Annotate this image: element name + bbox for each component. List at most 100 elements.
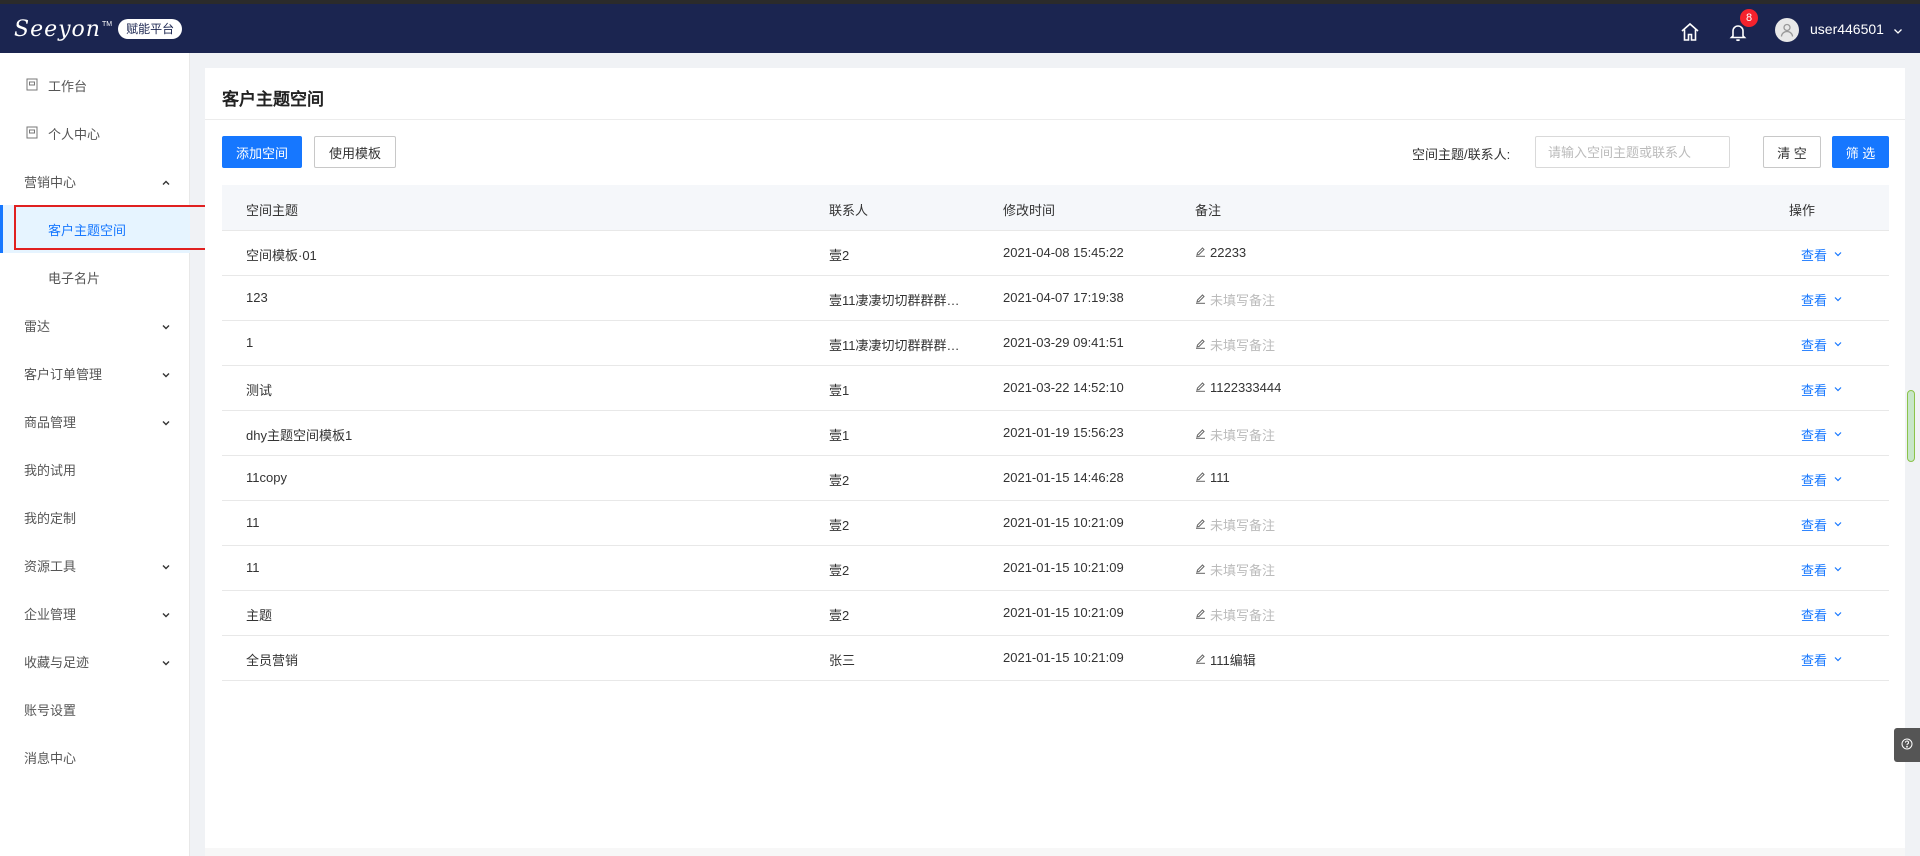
view-link[interactable]: 查看 xyxy=(1801,425,1827,444)
sidebar-item-workbench[interactable]: 工作台 xyxy=(0,61,190,109)
data-table: 空间主题 联系人 修改时间 备注 操作 空间模板·01 壹2 2021-04-08 … xyxy=(222,185,1889,681)
scrollbar-thumb[interactable] xyxy=(1907,390,1915,462)
sidebar-item-account-settings[interactable]: 账号设置 xyxy=(0,685,190,733)
cell-contact: 壹2 xyxy=(829,563,850,578)
cell-note: 未填写备注 xyxy=(1195,605,1595,624)
sidebar-item-enterprise-management[interactable]: 企业管理 xyxy=(0,589,190,637)
edit-pencil-icon[interactable] xyxy=(1195,562,1206,577)
sidebar-item-label: 商品管理 xyxy=(24,414,77,430)
sidebar-item-product-management[interactable]: 商品管理 xyxy=(0,397,190,445)
sidebar-item-my-customization[interactable]: 我的定制 xyxy=(0,493,190,541)
sidebar-item-label: 我的试用 xyxy=(24,462,77,478)
view-action[interactable]: 查看 xyxy=(1801,335,1843,354)
page-title: 客户主题空间 xyxy=(222,90,324,109)
cell-note: 1122333444 xyxy=(1195,380,1595,395)
edit-pencil-icon[interactable] xyxy=(1195,517,1206,532)
chevron-down-icon[interactable] xyxy=(1833,382,1843,397)
edit-pencil-icon[interactable] xyxy=(1195,470,1206,485)
cell-modified-time: 2021-01-15 14:46:28 xyxy=(1003,470,1124,485)
view-link[interactable]: 查看 xyxy=(1801,650,1827,669)
edit-pencil-icon[interactable] xyxy=(1195,607,1206,622)
add-space-button[interactable]: 添加空间 xyxy=(222,136,302,168)
view-link[interactable]: 查看 xyxy=(1801,380,1827,399)
view-action[interactable]: 查看 xyxy=(1801,560,1843,579)
note-text: 未填写备注 xyxy=(1210,428,1276,443)
clear-button[interactable]: 清 空 xyxy=(1763,136,1821,168)
divider xyxy=(205,119,1905,120)
chevron-down-icon[interactable] xyxy=(1833,652,1843,667)
view-link[interactable]: 查看 xyxy=(1801,605,1827,624)
edit-pencil-icon[interactable] xyxy=(1195,337,1206,352)
edit-pencil-icon[interactable] xyxy=(1195,652,1206,667)
cell-note: 22233 xyxy=(1195,245,1595,260)
cell-note: 111 xyxy=(1195,470,1595,485)
cell-modified-time: 2021-01-15 10:21:09 xyxy=(1003,650,1124,665)
help-button[interactable] xyxy=(1894,728,1920,762)
avatar[interactable] xyxy=(1775,18,1799,42)
chevron-down-icon[interactable] xyxy=(1833,247,1843,262)
cell-modified-time: 2021-01-15 10:21:09 xyxy=(1003,560,1124,575)
sidebar-item-label: 电子名片 xyxy=(48,270,101,286)
footer-strip xyxy=(205,848,1905,856)
sidebar-item-message-center[interactable]: 消息中心 xyxy=(0,733,190,781)
filter-button[interactable]: 筛 选 xyxy=(1832,136,1889,168)
chevron-down-icon[interactable] xyxy=(1893,23,1903,39)
note-text: 111编辑 xyxy=(1210,653,1256,668)
chevron-down-icon[interactable] xyxy=(1833,337,1843,352)
filter-label: 空间主题/联系人: xyxy=(1412,147,1511,162)
chevron-down-icon xyxy=(161,368,171,383)
chevron-down-icon[interactable] xyxy=(1833,292,1843,307)
view-action[interactable]: 查看 xyxy=(1801,605,1843,624)
table-row: 11 壹2 2021-01-15 10:21:09 未填写备注 查看 xyxy=(222,501,1889,546)
view-link[interactable]: 查看 xyxy=(1801,335,1827,354)
note-text: 未填写备注 xyxy=(1210,293,1276,308)
view-action[interactable]: 查看 xyxy=(1801,515,1843,534)
sidebar-item-marketing-center[interactable]: 营销中心 xyxy=(0,157,190,205)
view-action[interactable]: 查看 xyxy=(1801,290,1843,309)
sidebar-item-customer-topic-space[interactable]: 客户主题空间 xyxy=(0,205,190,253)
notification-count-badge: 8 xyxy=(1740,9,1758,27)
view-link[interactable]: 查看 xyxy=(1801,470,1827,489)
sidebar-item-radar[interactable]: 雷达 xyxy=(0,301,190,349)
cell-topic: 11copy xyxy=(246,470,287,485)
sidebar-item-business-card[interactable]: 电子名片 xyxy=(0,253,190,301)
view-action[interactable]: 查看 xyxy=(1801,425,1843,444)
edit-pencil-icon[interactable] xyxy=(1195,245,1206,260)
edit-pencil-icon[interactable] xyxy=(1195,380,1206,395)
edit-pencil-icon[interactable] xyxy=(1195,292,1206,307)
logo[interactable]: Seeyon TM 赋能平台 xyxy=(14,16,183,42)
view-action[interactable]: 查看 xyxy=(1801,650,1843,669)
table-row: 测试 壹1 2021-03-22 14:52:10 1122333444 查看 xyxy=(222,366,1889,411)
sidebar-item-personal-center[interactable]: 个人中心 xyxy=(0,109,190,157)
view-action[interactable]: 查看 xyxy=(1801,245,1843,264)
edit-pencil-icon[interactable] xyxy=(1195,427,1206,442)
sidebar-item-favorites-history[interactable]: 收藏与足迹 xyxy=(0,637,190,685)
chevron-down-icon[interactable] xyxy=(1833,517,1843,532)
chevron-down-icon[interactable] xyxy=(1833,562,1843,577)
view-link[interactable]: 查看 xyxy=(1801,560,1827,579)
chevron-down-icon[interactable] xyxy=(1833,427,1843,442)
sidebar-item-resource-tools[interactable]: 资源工具 xyxy=(0,541,190,589)
view-action[interactable]: 查看 xyxy=(1801,470,1843,489)
search-input[interactable] xyxy=(1535,136,1730,168)
view-link[interactable]: 查看 xyxy=(1801,290,1827,309)
use-template-button[interactable]: 使用模板 xyxy=(314,136,396,168)
cell-topic: 11 xyxy=(246,560,260,575)
sidebar-item-label: 雷达 xyxy=(24,318,51,334)
sidebar-item-customer-orders[interactable]: 客户订单管理 xyxy=(0,349,190,397)
cell-note: 未填写备注 xyxy=(1195,560,1595,579)
sidebar-item-label: 企业管理 xyxy=(24,606,77,622)
view-action[interactable]: 查看 xyxy=(1801,380,1843,399)
sidebar-item-my-trials[interactable]: 我的试用 xyxy=(0,445,190,493)
cell-topic: 11 xyxy=(246,515,260,530)
note-text: 未填写备注 xyxy=(1210,518,1276,533)
username[interactable]: user446501 xyxy=(1810,21,1884,37)
table-body: 空间模板·01 壹2 2021-04-08 15:45:22 22233 查看 123 壹1… xyxy=(222,231,1889,681)
column-header-contact: 联系人 xyxy=(829,203,869,218)
cell-contact: 壹1 xyxy=(829,383,850,398)
chevron-down-icon[interactable] xyxy=(1833,607,1843,622)
home-icon[interactable] xyxy=(1678,20,1702,44)
view-link[interactable]: 查看 xyxy=(1801,515,1827,534)
chevron-down-icon[interactable] xyxy=(1833,472,1843,487)
view-link[interactable]: 查看 xyxy=(1801,245,1827,264)
